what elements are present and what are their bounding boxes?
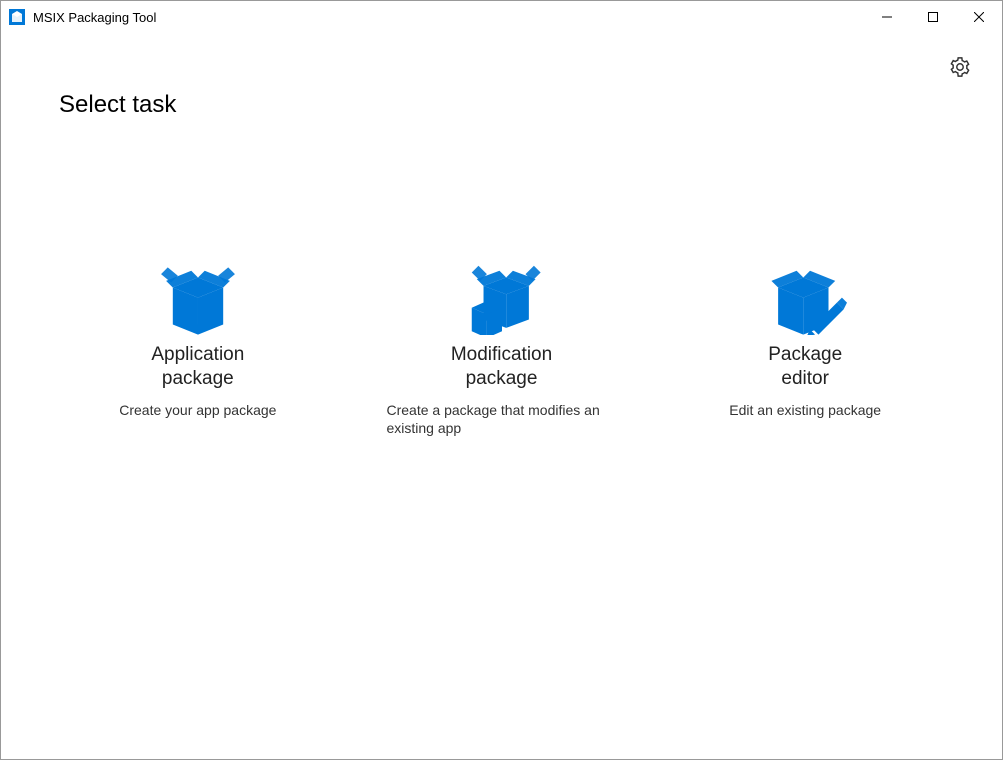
task-package-editor[interactable]: Package editor Edit an existing package — [668, 259, 942, 437]
titlebar: MSIX Packaging Tool — [1, 1, 1002, 33]
gear-icon — [949, 56, 971, 78]
app-icon — [9, 9, 25, 25]
maximize-button[interactable] — [910, 1, 956, 33]
task-modification-package[interactable]: Modification package Create a package th… — [365, 259, 639, 437]
task-desc: Create a package that modifies an existi… — [387, 401, 617, 437]
package-editor-icon — [763, 259, 847, 337]
settings-button[interactable] — [946, 53, 974, 81]
content-area: Select task Application package C — [1, 33, 1002, 759]
task-row: Application package Create your app pack… — [41, 259, 962, 437]
window-controls — [864, 1, 1002, 33]
task-title: Application package — [151, 343, 244, 391]
task-desc: Create your app package — [119, 401, 276, 419]
minimize-button[interactable] — [864, 1, 910, 33]
modification-package-icon — [460, 259, 544, 337]
application-package-icon — [156, 259, 240, 337]
task-desc: Edit an existing package — [729, 401, 881, 419]
window-title: MSIX Packaging Tool — [33, 10, 864, 25]
task-title: Modification package — [451, 343, 552, 391]
task-title: Package editor — [768, 343, 842, 391]
task-application-package[interactable]: Application package Create your app pack… — [61, 259, 335, 437]
page-title: Select task — [59, 91, 962, 119]
close-button[interactable] — [956, 1, 1002, 33]
